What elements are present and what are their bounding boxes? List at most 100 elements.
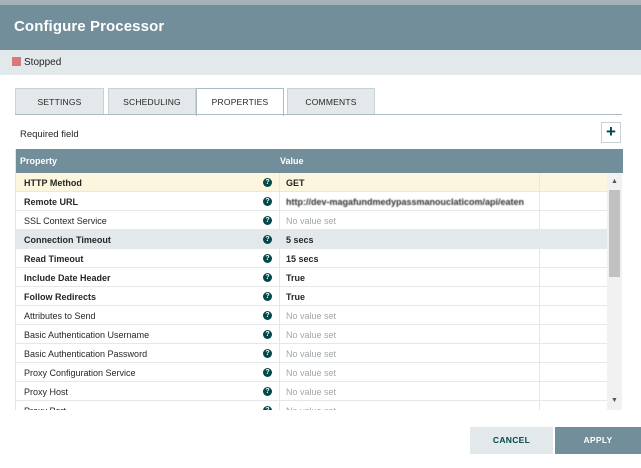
column-header-value: Value (280, 156, 304, 166)
column-divider (539, 401, 540, 410)
help-icon[interactable]: ? (263, 387, 272, 396)
table-row[interactable]: Read Timeout? 15 secs (16, 249, 608, 268)
property-name: SSL Context Service (24, 216, 107, 226)
cancel-button[interactable]: CANCEL (470, 427, 553, 454)
table-row[interactable]: Basic Authentication Password? No value s… (16, 344, 608, 363)
property-value[interactable]: No value set (286, 406, 336, 410)
scroll-down-icon[interactable]: ▼ (607, 394, 622, 408)
help-icon[interactable]: ? (263, 349, 272, 358)
column-divider (279, 173, 280, 192)
column-divider (279, 287, 280, 306)
property-name: Read Timeout (24, 254, 84, 264)
table-row[interactable]: Connection Timeout? 5 secs (16, 230, 608, 249)
dialog-header: Configure Processor (0, 5, 641, 50)
column-divider (539, 211, 540, 230)
table-row[interactable]: Proxy Host? No value set (16, 382, 608, 401)
column-divider (279, 363, 280, 382)
scrollbar-thumb[interactable] (609, 190, 620, 277)
column-divider (279, 249, 280, 268)
help-icon[interactable]: ? (263, 311, 272, 320)
add-property-button[interactable]: + (601, 122, 621, 143)
property-value[interactable]: True (286, 273, 305, 283)
property-value[interactable]: No value set (286, 349, 336, 359)
help-icon[interactable]: ? (263, 216, 272, 225)
status-bar: Stopped (0, 50, 641, 75)
tab-properties[interactable]: PROPERTIES (196, 88, 284, 116)
property-value[interactable]: No value set (286, 311, 336, 321)
column-divider (279, 211, 280, 230)
properties-table: Property Value HTTP Method? GET Remote URL… (15, 149, 623, 410)
property-name: Remote URL (24, 197, 79, 207)
property-value[interactable]: No value set (286, 368, 336, 378)
table-row[interactable]: Proxy Port? No value set (16, 401, 608, 410)
property-value[interactable]: 5 secs (286, 235, 314, 245)
apply-button[interactable]: APPLY (555, 427, 641, 454)
column-header-property: Property (20, 156, 58, 166)
status-text: Stopped (24, 57, 62, 68)
tab-comments[interactable]: COMMENTS (287, 88, 375, 114)
column-divider (279, 268, 280, 287)
column-divider (279, 401, 280, 410)
help-icon[interactable]: ? (263, 178, 272, 187)
help-icon[interactable]: ? (263, 254, 272, 263)
property-value[interactable]: No value set (286, 330, 336, 340)
column-divider (539, 325, 540, 344)
property-name: Attributes to Send (24, 311, 96, 321)
stopped-icon (12, 57, 21, 66)
column-divider (539, 382, 540, 401)
property-value[interactable]: No value set (286, 216, 336, 226)
table-row[interactable]: Proxy Configuration Service? No value set (16, 363, 608, 382)
table-row[interactable]: Basic Authentication Username? No value s… (16, 325, 608, 344)
help-icon[interactable]: ? (263, 406, 272, 410)
property-name: HTTP Method (24, 178, 82, 188)
column-divider (279, 306, 280, 325)
table-row[interactable]: Attributes to Send? No value set (16, 306, 608, 325)
help-icon[interactable]: ? (263, 368, 272, 377)
scroll-up-icon[interactable]: ▲ (607, 175, 622, 189)
column-divider (539, 268, 540, 287)
property-value[interactable]: No value set (286, 387, 336, 397)
column-divider (539, 249, 540, 268)
column-divider (279, 325, 280, 344)
column-divider (279, 344, 280, 363)
property-value[interactable]: True (286, 292, 305, 302)
tab-settings[interactable]: SETTINGS (15, 88, 104, 114)
property-name: Include Date Header (24, 273, 111, 283)
tab-scheduling[interactable]: SCHEDULING (108, 88, 196, 114)
column-divider (539, 344, 540, 363)
property-name: Proxy Configuration Service (24, 368, 136, 378)
property-name: Basic Authentication Username (24, 330, 150, 340)
dialog-footer: CANCEL APPLY (0, 427, 641, 468)
column-divider (539, 363, 540, 382)
column-divider (279, 230, 280, 249)
table-row[interactable]: Include Date Header? True (16, 268, 608, 287)
property-name: Connection Timeout (24, 235, 111, 245)
property-name: Proxy Host (24, 387, 69, 397)
property-value[interactable]: http://dev-magafundmedypassmanouclaticom… (286, 197, 538, 207)
property-value[interactable]: 15 secs (286, 254, 319, 264)
property-value[interactable]: GET (286, 178, 305, 188)
help-icon[interactable]: ? (263, 330, 272, 339)
table-row[interactable]: Follow Redirects? True (16, 287, 608, 306)
property-name: Basic Authentication Password (24, 349, 148, 359)
table-row[interactable]: SSL Context Service? No value set (16, 211, 608, 230)
table-header: Property Value (16, 149, 623, 173)
help-icon[interactable]: ? (263, 235, 272, 244)
table-row[interactable]: Remote URL? http://dev-magafundmedypassma… (16, 192, 608, 211)
column-divider (539, 306, 540, 325)
help-icon[interactable]: ? (263, 197, 272, 206)
property-name: Proxy Port (24, 406, 66, 410)
help-icon[interactable]: ? (263, 273, 272, 282)
property-name: Follow Redirects (24, 292, 97, 302)
column-divider (279, 192, 280, 211)
table-body: HTTP Method? GET Remote URL? http://dev-mag… (16, 173, 608, 410)
column-divider (539, 173, 540, 192)
tab-divider (15, 114, 622, 115)
dialog-title: Configure Processor (14, 18, 165, 35)
column-divider (539, 287, 540, 306)
required-field-label: Required field (20, 129, 79, 140)
vertical-scrollbar[interactable]: ▲ ▼ (607, 173, 622, 410)
table-row[interactable]: HTTP Method? GET (16, 173, 608, 192)
help-icon[interactable]: ? (263, 292, 272, 301)
column-divider (539, 192, 540, 211)
